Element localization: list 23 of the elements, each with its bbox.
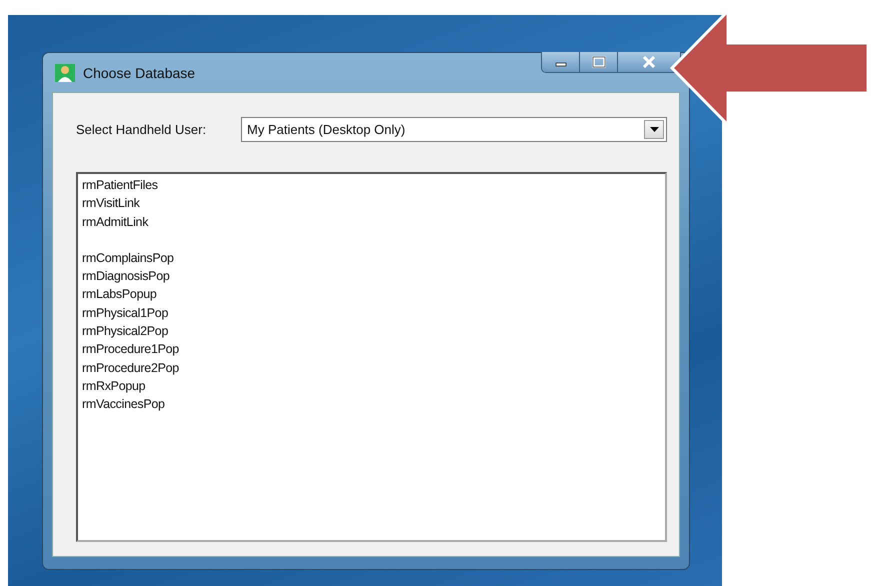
list-item[interactable]: rmDiagnosisPop: [82, 267, 661, 286]
list-item[interactable]: rmPhysical2Pop: [82, 322, 661, 340]
list-item[interactable]: rmProcedure2Pop: [82, 358, 661, 377]
list-item[interactable]: rmComplainsPop: [82, 248, 661, 268]
user-dropdown[interactable]: My Patients (Desktop Only): [241, 117, 667, 142]
close-button[interactable]: [618, 52, 680, 72]
caret-icon: [650, 127, 658, 132]
list-item[interactable]: rmVaccinesPop: [82, 395, 661, 414]
field-label: Select Handheld User:: [76, 122, 208, 137]
list-item[interactable]: rmPhysical1Pop: [82, 304, 661, 322]
list-item[interactable]: rmPatientFiles: [82, 176, 661, 194]
minimize-button[interactable]: [542, 52, 580, 72]
close-icon: [642, 56, 656, 68]
list-item[interactable]: rmProcedure1Pop: [82, 340, 661, 359]
person-icon: [55, 64, 75, 82]
maximize-button[interactable]: [580, 52, 618, 72]
window-title: Choose Database: [83, 64, 196, 80]
maximize-icon: [592, 56, 606, 68]
dropdown-button[interactable]: [644, 120, 664, 139]
list-item[interactable]: rmVisitLink: [82, 194, 661, 213]
list-item[interactable]: rmAdmitLink: [82, 212, 661, 231]
list-item[interactable]: rmRxPopup: [82, 376, 661, 396]
list-item[interactable]: rmLabsPopup: [82, 285, 661, 304]
